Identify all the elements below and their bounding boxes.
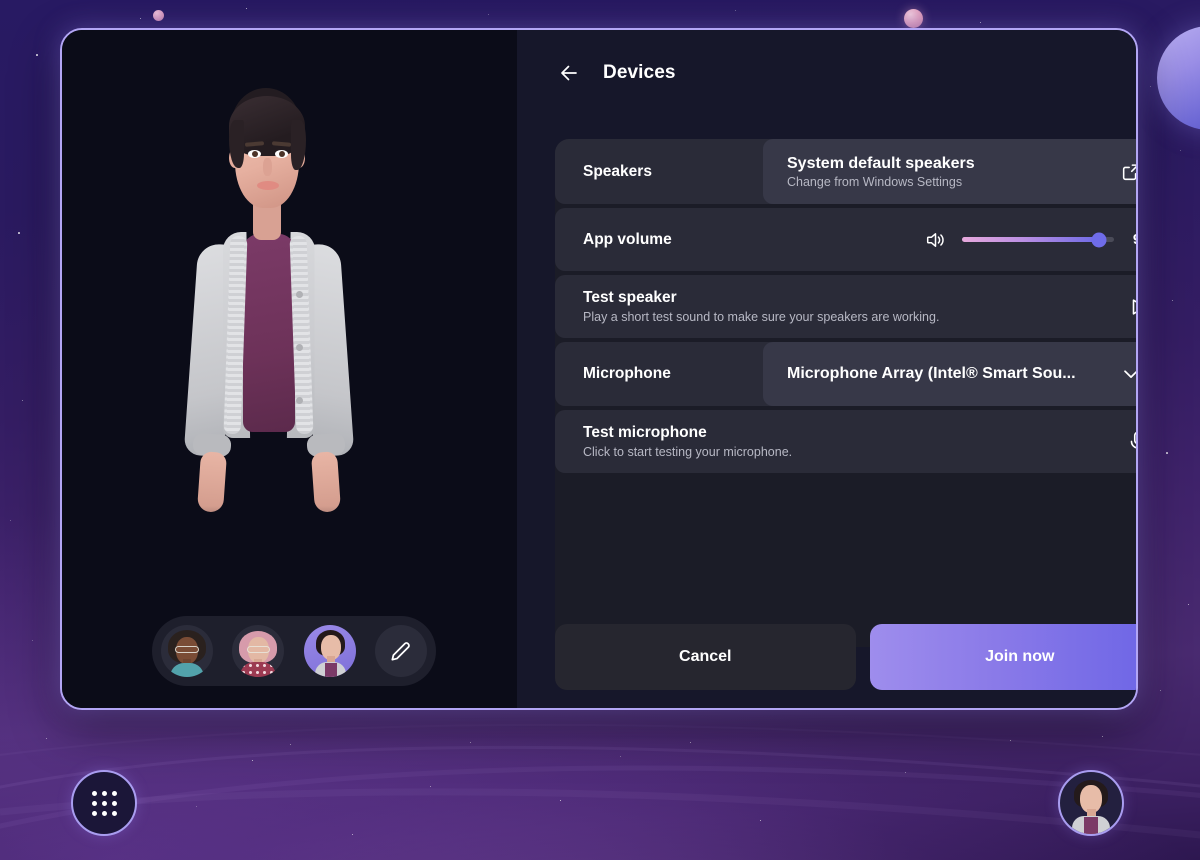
back-button[interactable] [555, 59, 583, 87]
microphone-test-icon [1125, 429, 1138, 455]
speakers-label: Speakers [555, 163, 763, 181]
page-title: Devices [603, 62, 676, 84]
microphone-label: Microphone [555, 365, 763, 383]
avatar-option-3[interactable] [304, 625, 356, 677]
microphone-dropdown-button[interactable] [1114, 363, 1138, 385]
edit-avatar-button[interactable] [375, 625, 427, 677]
device-settings-panel: Devices Speakers System default speakers… [517, 30, 1136, 708]
app-volume-slider[interactable] [962, 237, 1114, 242]
pencil-icon [388, 638, 414, 664]
external-link-icon [1120, 161, 1138, 183]
speakers-description: Change from Windows Settings [787, 175, 1114, 189]
test-microphone-button[interactable] [1106, 429, 1138, 455]
avatar-option-2[interactable] [232, 625, 284, 677]
chevron-down-icon [1120, 363, 1138, 385]
test-speaker-title: Test speaker [583, 289, 1106, 307]
app-volume-slider-thumb[interactable] [1091, 232, 1106, 247]
microphone-select[interactable]: Microphone Array (Intel® Smart Sou... [763, 342, 1138, 406]
row-microphone: Microphone Microphone Array (Intel® Smar… [555, 342, 1138, 406]
test-speaker-description: Play a short test sound to make sure you… [583, 310, 1106, 324]
decorative-sphere-small [153, 10, 164, 21]
speakers-open-settings-button[interactable] [1114, 161, 1138, 183]
speaker-volume-icon [924, 228, 948, 252]
avatar-stage [62, 30, 517, 708]
settings-list: Speakers System default speakers Change … [555, 139, 1138, 647]
row-speakers: Speakers System default speakers Change … [555, 139, 1138, 204]
avatar-preview [165, 86, 415, 576]
decorative-sphere-pink [904, 9, 923, 28]
play-icon [1126, 295, 1138, 319]
app-volume-label: App volume [555, 231, 763, 249]
test-speaker-play-button[interactable] [1106, 295, 1138, 319]
user-avatar-button[interactable] [1058, 770, 1124, 836]
row-app-volume: App volume 9 [555, 208, 1138, 271]
microphone-value: Microphone Array (Intel® Smart Sou... [787, 365, 1114, 383]
grid-dots-icon [92, 791, 117, 816]
row-test-microphone[interactable]: Test microphone Click to start testing y… [555, 410, 1138, 473]
app-volume-slider-fill [962, 237, 1099, 242]
settings-footer: Cancel Join now [555, 624, 1138, 690]
app-volume-value: 9 [1128, 231, 1138, 248]
avatar-picker [152, 616, 436, 686]
arrow-left-icon [557, 61, 581, 85]
avatar-option-1[interactable] [161, 625, 213, 677]
row-test-speaker[interactable]: Test speaker Play a short test sound to … [555, 275, 1138, 338]
app-launcher-button[interactable] [71, 770, 137, 836]
settings-header: Devices [517, 30, 1136, 92]
cancel-button[interactable]: Cancel [555, 624, 856, 690]
meeting-prejoin-window: Devices Speakers System default speakers… [60, 28, 1138, 710]
test-microphone-title: Test microphone [583, 424, 1106, 442]
test-microphone-description: Click to start testing your microphone. [583, 445, 1106, 459]
speakers-value: System default speakers [787, 155, 1114, 173]
join-now-button[interactable]: Join now [870, 624, 1139, 690]
speakers-value-button[interactable]: System default speakers Change from Wind… [763, 139, 1138, 204]
